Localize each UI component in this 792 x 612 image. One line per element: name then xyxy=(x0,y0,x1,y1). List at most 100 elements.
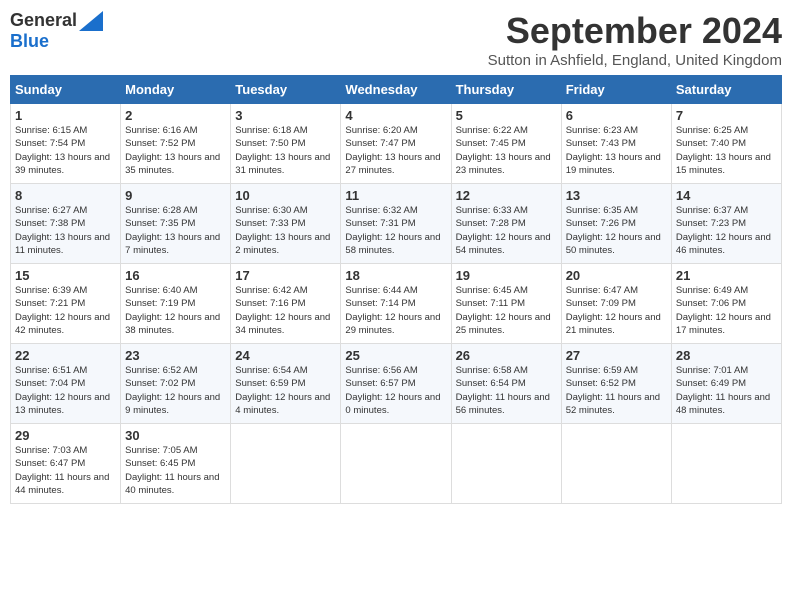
calendar-cell: 18Sunrise: 6:44 AMSunset: 7:14 PMDayligh… xyxy=(341,264,451,344)
calendar-cell xyxy=(341,424,451,504)
logo-general: General xyxy=(10,10,77,31)
day-number: 15 xyxy=(15,268,116,283)
day-info: Sunrise: 6:44 AMSunset: 7:14 PMDaylight:… xyxy=(345,284,446,337)
calendar-cell: 20Sunrise: 6:47 AMSunset: 7:09 PMDayligh… xyxy=(561,264,671,344)
day-header-wednesday: Wednesday xyxy=(341,76,451,104)
day-number: 10 xyxy=(235,188,336,203)
day-info: Sunrise: 6:39 AMSunset: 7:21 PMDaylight:… xyxy=(15,284,116,337)
calendar-cell: 29Sunrise: 7:03 AMSunset: 6:47 PMDayligh… xyxy=(11,424,121,504)
calendar-cell: 2Sunrise: 6:16 AMSunset: 7:52 PMDaylight… xyxy=(121,104,231,184)
day-number: 7 xyxy=(676,108,777,123)
day-info: Sunrise: 6:23 AMSunset: 7:43 PMDaylight:… xyxy=(566,124,667,177)
logo-blue: Blue xyxy=(10,31,49,52)
day-header-friday: Friday xyxy=(561,76,671,104)
day-number: 3 xyxy=(235,108,336,123)
day-header-thursday: Thursday xyxy=(451,76,561,104)
day-number: 19 xyxy=(456,268,557,283)
calendar-cell xyxy=(451,424,561,504)
day-header-monday: Monday xyxy=(121,76,231,104)
day-info: Sunrise: 6:16 AMSunset: 7:52 PMDaylight:… xyxy=(125,124,226,177)
day-info: Sunrise: 6:20 AMSunset: 7:47 PMDaylight:… xyxy=(345,124,446,177)
calendar-cell: 19Sunrise: 6:45 AMSunset: 7:11 PMDayligh… xyxy=(451,264,561,344)
day-info: Sunrise: 6:28 AMSunset: 7:35 PMDaylight:… xyxy=(125,204,226,257)
day-number: 4 xyxy=(345,108,446,123)
day-info: Sunrise: 6:22 AMSunset: 7:45 PMDaylight:… xyxy=(456,124,557,177)
day-number: 17 xyxy=(235,268,336,283)
day-number: 23 xyxy=(125,348,226,363)
day-info: Sunrise: 6:42 AMSunset: 7:16 PMDaylight:… xyxy=(235,284,336,337)
day-info: Sunrise: 6:47 AMSunset: 7:09 PMDaylight:… xyxy=(566,284,667,337)
day-number: 25 xyxy=(345,348,446,363)
day-info: Sunrise: 7:03 AMSunset: 6:47 PMDaylight:… xyxy=(15,444,116,497)
day-header-sunday: Sunday xyxy=(11,76,121,104)
calendar-cell: 26Sunrise: 6:58 AMSunset: 6:54 PMDayligh… xyxy=(451,344,561,424)
calendar-cell: 22Sunrise: 6:51 AMSunset: 7:04 PMDayligh… xyxy=(11,344,121,424)
day-info: Sunrise: 6:33 AMSunset: 7:28 PMDaylight:… xyxy=(456,204,557,257)
calendar-cell: 27Sunrise: 6:59 AMSunset: 6:52 PMDayligh… xyxy=(561,344,671,424)
day-info: Sunrise: 6:59 AMSunset: 6:52 PMDaylight:… xyxy=(566,364,667,417)
logo-icon xyxy=(79,11,103,31)
day-info: Sunrise: 6:56 AMSunset: 6:57 PMDaylight:… xyxy=(345,364,446,417)
day-info: Sunrise: 6:54 AMSunset: 6:59 PMDaylight:… xyxy=(235,364,336,417)
day-number: 2 xyxy=(125,108,226,123)
calendar-cell: 1Sunrise: 6:15 AMSunset: 7:54 PMDaylight… xyxy=(11,104,121,184)
calendar-cell: 5Sunrise: 6:22 AMSunset: 7:45 PMDaylight… xyxy=(451,104,561,184)
day-number: 6 xyxy=(566,108,667,123)
calendar-week-row-4: 22Sunrise: 6:51 AMSunset: 7:04 PMDayligh… xyxy=(11,344,782,424)
day-number: 26 xyxy=(456,348,557,363)
month-title: September 2024 xyxy=(488,10,782,52)
day-number: 22 xyxy=(15,348,116,363)
day-number: 13 xyxy=(566,188,667,203)
day-info: Sunrise: 6:52 AMSunset: 7:02 PMDaylight:… xyxy=(125,364,226,417)
day-number: 9 xyxy=(125,188,226,203)
logo: General Blue xyxy=(10,10,103,52)
day-info: Sunrise: 7:05 AMSunset: 6:45 PMDaylight:… xyxy=(125,444,226,497)
day-header-tuesday: Tuesday xyxy=(231,76,341,104)
calendar-week-row-2: 8Sunrise: 6:27 AMSunset: 7:38 PMDaylight… xyxy=(11,184,782,264)
calendar-table: SundayMondayTuesdayWednesdayThursdayFrid… xyxy=(10,75,782,504)
calendar-cell: 24Sunrise: 6:54 AMSunset: 6:59 PMDayligh… xyxy=(231,344,341,424)
day-number: 11 xyxy=(345,188,446,203)
day-number: 27 xyxy=(566,348,667,363)
day-info: Sunrise: 6:51 AMSunset: 7:04 PMDaylight:… xyxy=(15,364,116,417)
calendar-cell: 9Sunrise: 6:28 AMSunset: 7:35 PMDaylight… xyxy=(121,184,231,264)
calendar-cell: 10Sunrise: 6:30 AMSunset: 7:33 PMDayligh… xyxy=(231,184,341,264)
calendar-cell xyxy=(231,424,341,504)
calendar-cell: 6Sunrise: 6:23 AMSunset: 7:43 PMDaylight… xyxy=(561,104,671,184)
calendar-cell: 11Sunrise: 6:32 AMSunset: 7:31 PMDayligh… xyxy=(341,184,451,264)
day-number: 14 xyxy=(676,188,777,203)
day-number: 21 xyxy=(676,268,777,283)
page-header: General Blue September 2024 Sutton in As… xyxy=(10,10,782,69)
location-subtitle: Sutton in Ashfield, England, United King… xyxy=(488,52,782,69)
day-number: 8 xyxy=(15,188,116,203)
title-section: September 2024 Sutton in Ashfield, Engla… xyxy=(488,10,782,69)
day-info: Sunrise: 6:27 AMSunset: 7:38 PMDaylight:… xyxy=(15,204,116,257)
calendar-cell: 12Sunrise: 6:33 AMSunset: 7:28 PMDayligh… xyxy=(451,184,561,264)
day-number: 1 xyxy=(15,108,116,123)
calendar-week-row-3: 15Sunrise: 6:39 AMSunset: 7:21 PMDayligh… xyxy=(11,264,782,344)
day-number: 24 xyxy=(235,348,336,363)
days-header-row: SundayMondayTuesdayWednesdayThursdayFrid… xyxy=(11,76,782,104)
calendar-cell: 16Sunrise: 6:40 AMSunset: 7:19 PMDayligh… xyxy=(121,264,231,344)
day-info: Sunrise: 6:40 AMSunset: 7:19 PMDaylight:… xyxy=(125,284,226,337)
calendar-cell: 17Sunrise: 6:42 AMSunset: 7:16 PMDayligh… xyxy=(231,264,341,344)
day-info: Sunrise: 6:49 AMSunset: 7:06 PMDaylight:… xyxy=(676,284,777,337)
day-info: Sunrise: 6:25 AMSunset: 7:40 PMDaylight:… xyxy=(676,124,777,177)
day-info: Sunrise: 6:45 AMSunset: 7:11 PMDaylight:… xyxy=(456,284,557,337)
calendar-cell: 4Sunrise: 6:20 AMSunset: 7:47 PMDaylight… xyxy=(341,104,451,184)
calendar-cell: 21Sunrise: 6:49 AMSunset: 7:06 PMDayligh… xyxy=(671,264,781,344)
calendar-cell: 14Sunrise: 6:37 AMSunset: 7:23 PMDayligh… xyxy=(671,184,781,264)
day-info: Sunrise: 6:30 AMSunset: 7:33 PMDaylight:… xyxy=(235,204,336,257)
calendar-week-row-5: 29Sunrise: 7:03 AMSunset: 6:47 PMDayligh… xyxy=(11,424,782,504)
day-info: Sunrise: 6:37 AMSunset: 7:23 PMDaylight:… xyxy=(676,204,777,257)
calendar-cell: 15Sunrise: 6:39 AMSunset: 7:21 PMDayligh… xyxy=(11,264,121,344)
calendar-cell: 25Sunrise: 6:56 AMSunset: 6:57 PMDayligh… xyxy=(341,344,451,424)
calendar-cell: 3Sunrise: 6:18 AMSunset: 7:50 PMDaylight… xyxy=(231,104,341,184)
day-number: 16 xyxy=(125,268,226,283)
day-number: 28 xyxy=(676,348,777,363)
calendar-cell: 30Sunrise: 7:05 AMSunset: 6:45 PMDayligh… xyxy=(121,424,231,504)
calendar-cell xyxy=(671,424,781,504)
calendar-cell: 13Sunrise: 6:35 AMSunset: 7:26 PMDayligh… xyxy=(561,184,671,264)
calendar-cell: 7Sunrise: 6:25 AMSunset: 7:40 PMDaylight… xyxy=(671,104,781,184)
day-number: 20 xyxy=(566,268,667,283)
